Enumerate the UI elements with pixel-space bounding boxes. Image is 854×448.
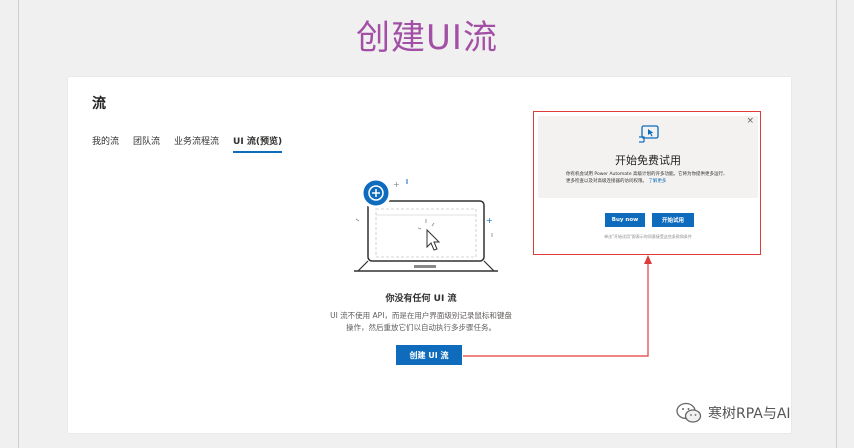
watermark: 寒树RPA与AI [676, 402, 791, 424]
wechat-icon [676, 402, 702, 423]
annotation-arrow [463, 255, 652, 357]
watermark-text: 寒树RPA与AI [708, 406, 791, 422]
